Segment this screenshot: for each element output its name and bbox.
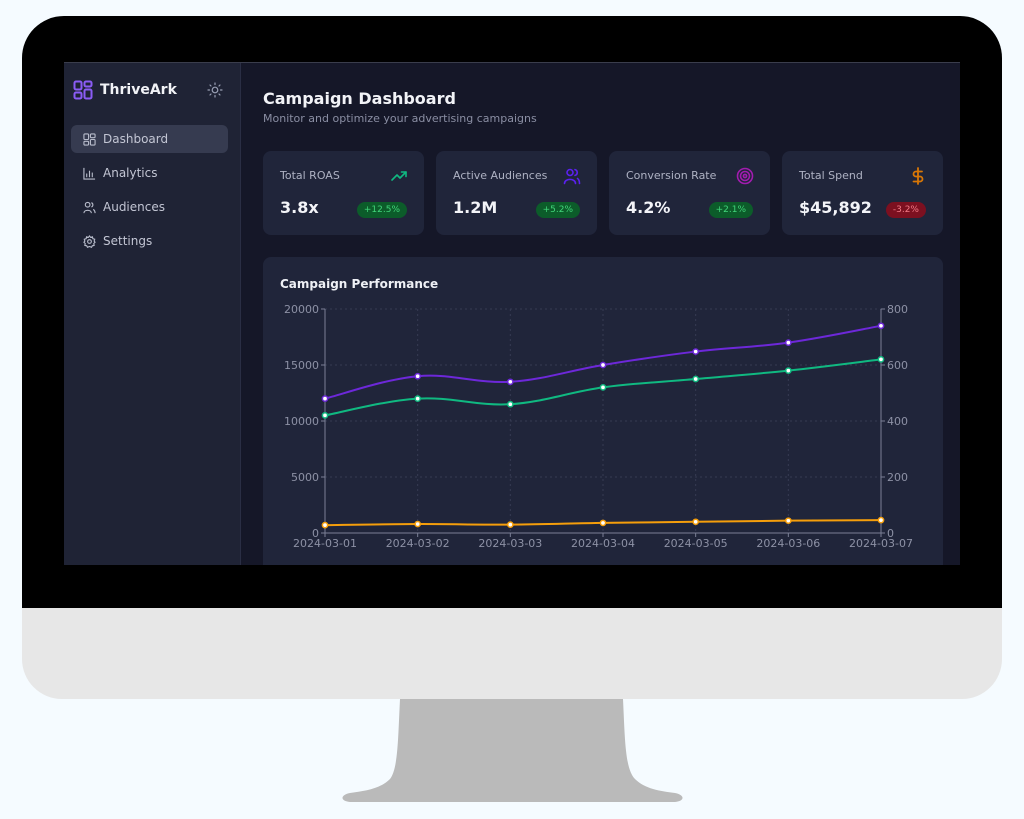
sun-icon [207, 82, 223, 98]
stat-value: 1.2M [453, 198, 498, 217]
y-right-tick-label: 200 [887, 471, 908, 484]
main-content: Campaign Dashboard Monitor and optimize … [241, 63, 960, 565]
sidebar-item-analytics[interactable]: Analytics [71, 159, 228, 187]
series-purple-point [599, 361, 607, 369]
series-purple-point [414, 372, 422, 380]
x-tick-label: 2024-03-06 [756, 537, 820, 550]
trending-up-icon [391, 171, 407, 181]
change-badge: +12.5% [356, 202, 407, 218]
y-left-tick-label: 5000 [291, 471, 319, 484]
bar-chart-icon [83, 167, 96, 180]
sidebar: ThriveArk Dashboard Analytics Audiences … [64, 63, 241, 565]
stats-row: Total ROAS 3.8x +12.5% Active Audiences … [263, 151, 943, 235]
monitor-chin [22, 608, 1002, 699]
page-subtitle: Monitor and optimize your advertising ca… [263, 112, 537, 125]
x-tick-label: 2024-03-07 [849, 537, 913, 550]
series-green-point [692, 375, 700, 383]
users-icon [83, 201, 96, 213]
stat-label: Total ROAS [280, 169, 340, 182]
series-purple-point [692, 348, 700, 355]
change-badge: +2.1% [708, 202, 753, 218]
series-purple-point [784, 339, 792, 346]
target-icon [736, 167, 754, 185]
stat-value: 4.2% [626, 198, 671, 217]
stat-card-spend: Total Spend $45,892 -3.2% [782, 151, 943, 235]
series-orange-point [414, 520, 422, 528]
brand-name: ThriveArk [100, 82, 177, 98]
series-orange-point [321, 521, 329, 529]
series-green-point [414, 395, 422, 402]
series-green-point [877, 356, 885, 363]
stat-card-roas: Total ROAS 3.8x +12.5% [263, 151, 424, 235]
series-green-point [506, 400, 514, 408]
stat-label: Total Spend [799, 169, 863, 182]
x-tick-label: 2024-03-05 [664, 537, 728, 550]
y-left-tick-label: 20000 [284, 303, 319, 316]
series-purple-point [877, 322, 885, 330]
series-orange-point [877, 516, 885, 524]
series-green-point [599, 384, 607, 391]
y-right-tick-label: 400 [887, 415, 908, 428]
brand[interactable]: ThriveArk [73, 80, 177, 100]
stat-value: $45,892 [799, 198, 872, 217]
series-purple-point [506, 378, 514, 386]
stat-label: Conversion Rate [626, 169, 717, 182]
series-orange-point [692, 518, 700, 526]
layout-grid-icon [83, 132, 96, 146]
dollar-icon [912, 167, 924, 185]
stat-card-conversion: Conversion Rate 4.2% +2.1% [609, 151, 770, 235]
theme-toggle-button[interactable] [207, 82, 223, 98]
y-right-tick-label: 800 [887, 303, 908, 316]
series-purple-point [321, 395, 329, 402]
series-green-point [784, 367, 792, 374]
x-tick-label: 2024-03-02 [386, 537, 450, 550]
sidebar-item-label: Settings [103, 234, 153, 248]
page-title: Campaign Dashboard [263, 89, 456, 108]
sidebar-item-label: Dashboard [103, 132, 169, 146]
users-icon [563, 168, 581, 185]
gear-icon [83, 234, 96, 248]
series-green-point [321, 412, 329, 419]
series-orange-point [599, 519, 607, 527]
logo-icon [73, 80, 93, 100]
series-orange-point [784, 517, 792, 525]
x-tick-label: 2024-03-04 [571, 537, 635, 550]
y-right-tick-label: 600 [887, 359, 908, 372]
sidebar-item-dashboard[interactable]: Dashboard [71, 125, 228, 153]
change-badge: +5.2% [535, 202, 580, 218]
sidebar-item-audiences[interactable]: Audiences [71, 193, 228, 221]
stat-label: Active Audiences [453, 169, 548, 182]
x-tick-label: 2024-03-01 [293, 537, 357, 550]
series-orange-point [506, 521, 514, 528]
app-screen: ThriveArk Dashboard Analytics Audiences … [64, 62, 960, 565]
sidebar-item-label: Analytics [103, 166, 158, 180]
sidebar-nav: Dashboard Analytics Audiences Settings [71, 125, 228, 261]
monitor-stand [342, 699, 683, 802]
x-tick-label: 2024-03-03 [478, 537, 542, 550]
sidebar-item-label: Audiences [103, 200, 165, 214]
sidebar-item-settings[interactable]: Settings [71, 227, 228, 255]
stat-value: 3.8x [280, 198, 319, 217]
campaign-performance-chart: Campaign Performance 0 5000 10000 15000 2000… [263, 257, 943, 565]
y-left-tick-label: 15000 [284, 359, 319, 372]
stat-card-audiences: Active Audiences 1.2M +5.2% [436, 151, 597, 235]
change-badge: -3.2% [885, 202, 926, 218]
chart-canvas: 0500010000150002000002004006008002024-03… [284, 303, 913, 550]
y-left-tick-label: 10000 [284, 415, 319, 428]
